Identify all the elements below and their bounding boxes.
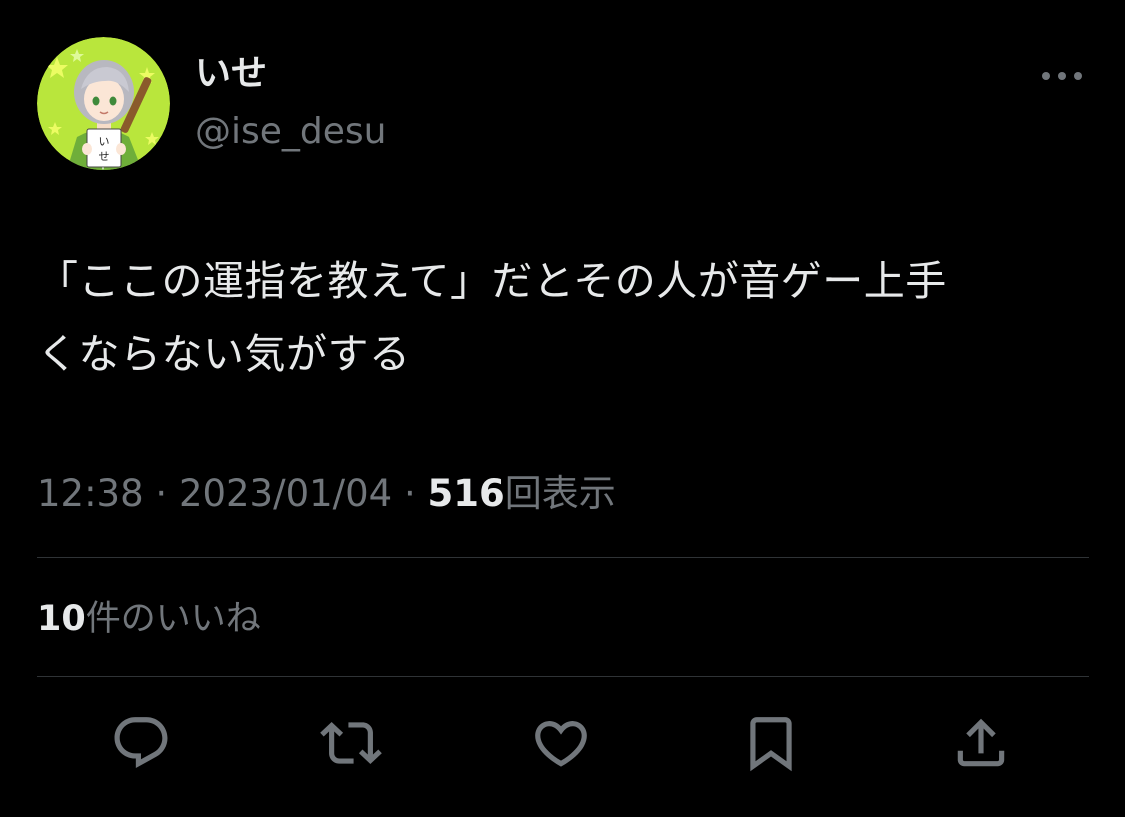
divider [37,557,1089,558]
bookmark-button[interactable] [740,712,802,774]
avatar-sign-text-1: い [99,135,110,148]
likes-count: 10 [37,599,86,639]
share-icon [957,718,1005,767]
views-count: 516 [427,472,505,515]
avatar[interactable]: い せ [37,37,170,170]
tweet-text-line: くならない気がする [37,330,411,378]
more-horizontal-icon [1042,72,1082,80]
heart-icon [535,721,587,767]
share-button[interactable] [950,712,1012,774]
likes-label: 件のいいね [85,599,261,639]
more-options-button[interactable] [1036,58,1088,94]
tweet-date[interactable]: 2023/01/04 [179,472,392,515]
retweet-button[interactable] [320,712,382,774]
views-label: 回表示 [504,472,616,515]
likes-link[interactable]: 10件のいいね [37,596,261,642]
display-name[interactable]: いせ [195,52,267,96]
retweet-icon [320,722,382,764]
meta-separator: · [403,472,416,515]
reply-icon [114,717,168,769]
reply-button[interactable] [110,712,172,774]
tweet-text: 「ここの運指を教えて」だとその人が音ゲー上手 くならない気がする [37,245,1097,391]
tweet-time[interactable]: 12:38 [37,472,144,515]
like-button[interactable] [530,712,592,774]
meta-separator: · [155,472,168,515]
avatar-sign-text-2: せ [99,150,110,163]
tweet-text-line: 「ここの運指を教えて」だとその人が音ゲー上手 [37,257,947,305]
divider [37,676,1089,677]
tweet-meta: 12:38 · 2023/01/04 · 516回表示 [37,470,616,518]
avatar-image: い せ [37,37,170,170]
bookmark-icon [750,717,792,772]
user-handle[interactable]: @ise_desu [195,110,386,154]
